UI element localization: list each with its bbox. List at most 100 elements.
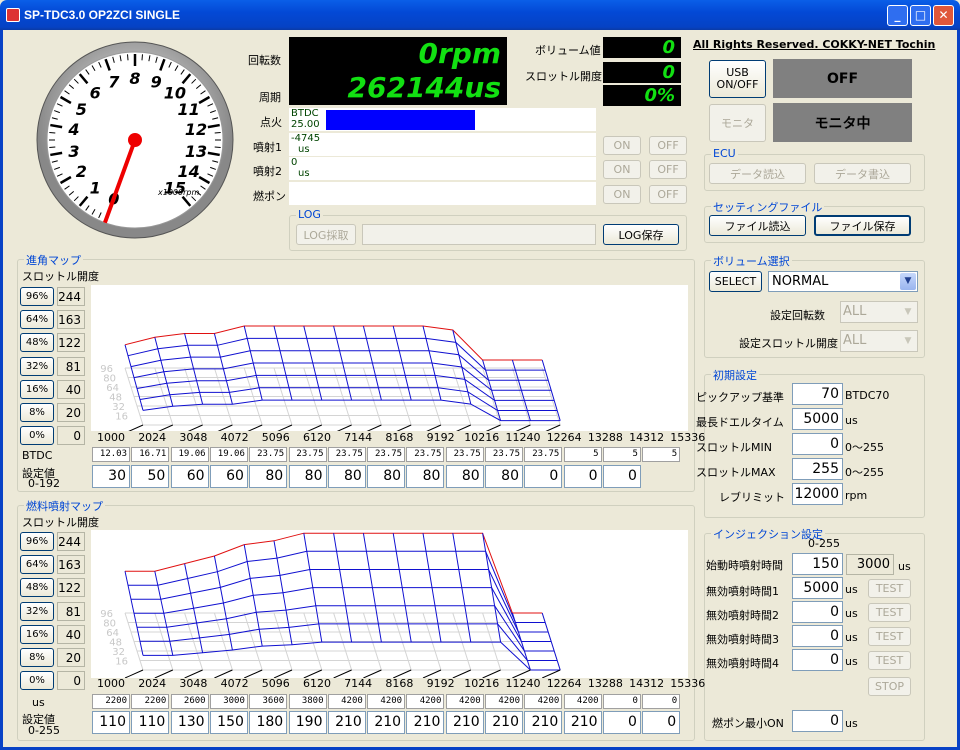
- throttle-point-button[interactable]: 64%: [20, 555, 54, 575]
- map-value-input[interactable]: 50: [131, 465, 170, 488]
- map-value-input[interactable]: 210: [367, 711, 406, 734]
- log-path-field[interactable]: [362, 224, 596, 245]
- map-value-input[interactable]: 110: [92, 711, 130, 734]
- chevron-down-icon[interactable]: ▼: [900, 303, 916, 321]
- throttle-point-button[interactable]: 0%: [20, 671, 54, 691]
- throttle-point-button[interactable]: 96%: [20, 532, 54, 551]
- map-value-input[interactable]: 80: [445, 465, 484, 488]
- gauge-number: 7: [108, 73, 120, 92]
- map-cell: 2600: [170, 694, 209, 709]
- map-value-input[interactable]: 60: [209, 465, 248, 488]
- map-value-input[interactable]: 210: [524, 711, 563, 734]
- map-value-input[interactable]: 210: [485, 711, 523, 734]
- indicator-bar: [289, 132, 596, 156]
- map-value-input[interactable]: 210: [445, 711, 484, 734]
- map-value-input[interactable]: 0: [602, 465, 641, 488]
- ignition-set-range: 0-192: [28, 477, 60, 490]
- map-value-input[interactable]: 210: [563, 711, 602, 734]
- indicator-on-button[interactable]: ON: [603, 160, 641, 179]
- file-read-button[interactable]: ファイル読込: [709, 215, 806, 236]
- map-value-input[interactable]: 80: [367, 465, 406, 488]
- rpm-axis-label: 8168: [385, 677, 414, 690]
- map-value-input[interactable]: 0: [602, 711, 641, 734]
- indicator-on-button[interactable]: ON: [603, 184, 641, 204]
- indicator-on-button[interactable]: ON: [603, 135, 641, 155]
- chevron-down-icon[interactable]: ▼: [900, 273, 916, 290]
- throttle-point-button[interactable]: 48%: [20, 333, 54, 353]
- gauge-number: 4: [67, 120, 79, 139]
- map-value-input[interactable]: 60: [170, 465, 209, 488]
- initial-setting-input[interactable]: 5000: [792, 408, 843, 430]
- test-button[interactable]: TEST: [868, 651, 911, 670]
- title-bar[interactable]: SP-TDC3.0 OP2ZCI SINGLE _ □ ✕: [0, 0, 960, 30]
- indicator-off-button[interactable]: OFF: [649, 160, 687, 179]
- map-value-input[interactable]: 80: [249, 465, 288, 488]
- map-value-input[interactable]: 180: [249, 711, 288, 734]
- maximize-button[interactable]: □: [910, 5, 931, 26]
- map-value-input[interactable]: 0: [563, 465, 602, 488]
- test-button[interactable]: TEST: [868, 603, 911, 622]
- chevron-down-icon[interactable]: ▼: [900, 332, 916, 350]
- throttle-point-value: 0: [57, 671, 85, 691]
- throttle-point-button[interactable]: 32%: [20, 601, 54, 621]
- log-save-button[interactable]: LOG保存: [603, 224, 679, 245]
- map-value-input[interactable]: 80: [406, 465, 445, 488]
- mode-dropdown[interactable]: NORMAL ▼: [768, 271, 918, 292]
- map-value-input[interactable]: 130: [170, 711, 209, 734]
- select-button[interactable]: SELECT: [709, 271, 762, 292]
- initial-setting-input[interactable]: 70: [792, 383, 843, 405]
- map-value-input[interactable]: 150: [209, 711, 248, 734]
- initial-setting-input[interactable]: 0: [792, 433, 843, 455]
- test-button[interactable]: TEST: [868, 579, 911, 598]
- map-value-input[interactable]: 80: [288, 465, 327, 488]
- map-value-input[interactable]: 210: [327, 711, 366, 734]
- set-throttle-dropdown[interactable]: ALL ▼: [840, 330, 918, 352]
- indicator-label: 噴射1: [253, 140, 282, 154]
- test-button[interactable]: TEST: [868, 627, 911, 646]
- throttle-point-button[interactable]: 96%: [20, 287, 54, 306]
- throttle-point-button[interactable]: 8%: [20, 648, 54, 667]
- ecu-read-button[interactable]: データ読込: [709, 163, 806, 184]
- period-label: 周期: [259, 91, 281, 104]
- map-value-input[interactable]: 190: [288, 711, 327, 734]
- initial-setting-input[interactable]: 12000: [792, 483, 843, 505]
- map-value-input[interactable]: 80: [327, 465, 366, 488]
- throttle-point-button[interactable]: 64%: [20, 310, 54, 330]
- map-value-input[interactable]: 30: [92, 465, 130, 488]
- map-value-input[interactable]: 0: [524, 465, 563, 488]
- monitor-button[interactable]: モニタ: [709, 104, 766, 142]
- set-rpm-dropdown[interactable]: ALL ▼: [840, 301, 918, 323]
- invalid-injection-label: 無効噴射時間3: [706, 633, 779, 646]
- indicator-off-button[interactable]: OFF: [649, 184, 687, 204]
- stop-button[interactable]: STOP: [868, 677, 911, 696]
- log-collect-button[interactable]: LOG採取: [296, 224, 356, 245]
- throttle-point-button[interactable]: 32%: [20, 356, 54, 376]
- map-value-input[interactable]: 210: [406, 711, 445, 734]
- injection-range: 0-255: [808, 537, 840, 550]
- throttle-point-button[interactable]: 16%: [20, 624, 54, 644]
- close-button[interactable]: ✕: [933, 5, 954, 26]
- map-value-input[interactable]: 0: [642, 711, 681, 734]
- invalid-injection-input[interactable]: 0: [792, 625, 843, 647]
- initial-setting-unit: BTDC70: [845, 389, 890, 402]
- invalid-injection-input[interactable]: 0: [792, 601, 843, 623]
- surface-line: [124, 325, 543, 361]
- throttle-point-button[interactable]: 8%: [20, 403, 54, 422]
- throttle-point-button[interactable]: 0%: [20, 426, 54, 446]
- map-value-input[interactable]: 80: [485, 465, 523, 488]
- invalid-injection-input[interactable]: 5000: [792, 577, 843, 599]
- throttle-point-button[interactable]: 48%: [20, 578, 54, 598]
- initial-setting-input[interactable]: 255: [792, 458, 843, 480]
- map-value-input[interactable]: 110: [131, 711, 170, 734]
- indicator-fill: [326, 110, 475, 130]
- minimize-button[interactable]: _: [887, 5, 908, 26]
- map-cell: 23.75: [524, 447, 563, 462]
- pump-min-input[interactable]: 0: [792, 710, 843, 732]
- invalid-injection-input[interactable]: 0: [792, 649, 843, 671]
- usb-onoff-button[interactable]: USB ON/OFF: [709, 60, 766, 98]
- start-injection-input[interactable]: 150: [792, 553, 843, 575]
- ecu-write-button[interactable]: データ書込: [814, 163, 911, 184]
- throttle-point-button[interactable]: 16%: [20, 379, 54, 399]
- file-save-button[interactable]: ファイル保存: [814, 215, 911, 236]
- indicator-off-button[interactable]: OFF: [649, 135, 687, 155]
